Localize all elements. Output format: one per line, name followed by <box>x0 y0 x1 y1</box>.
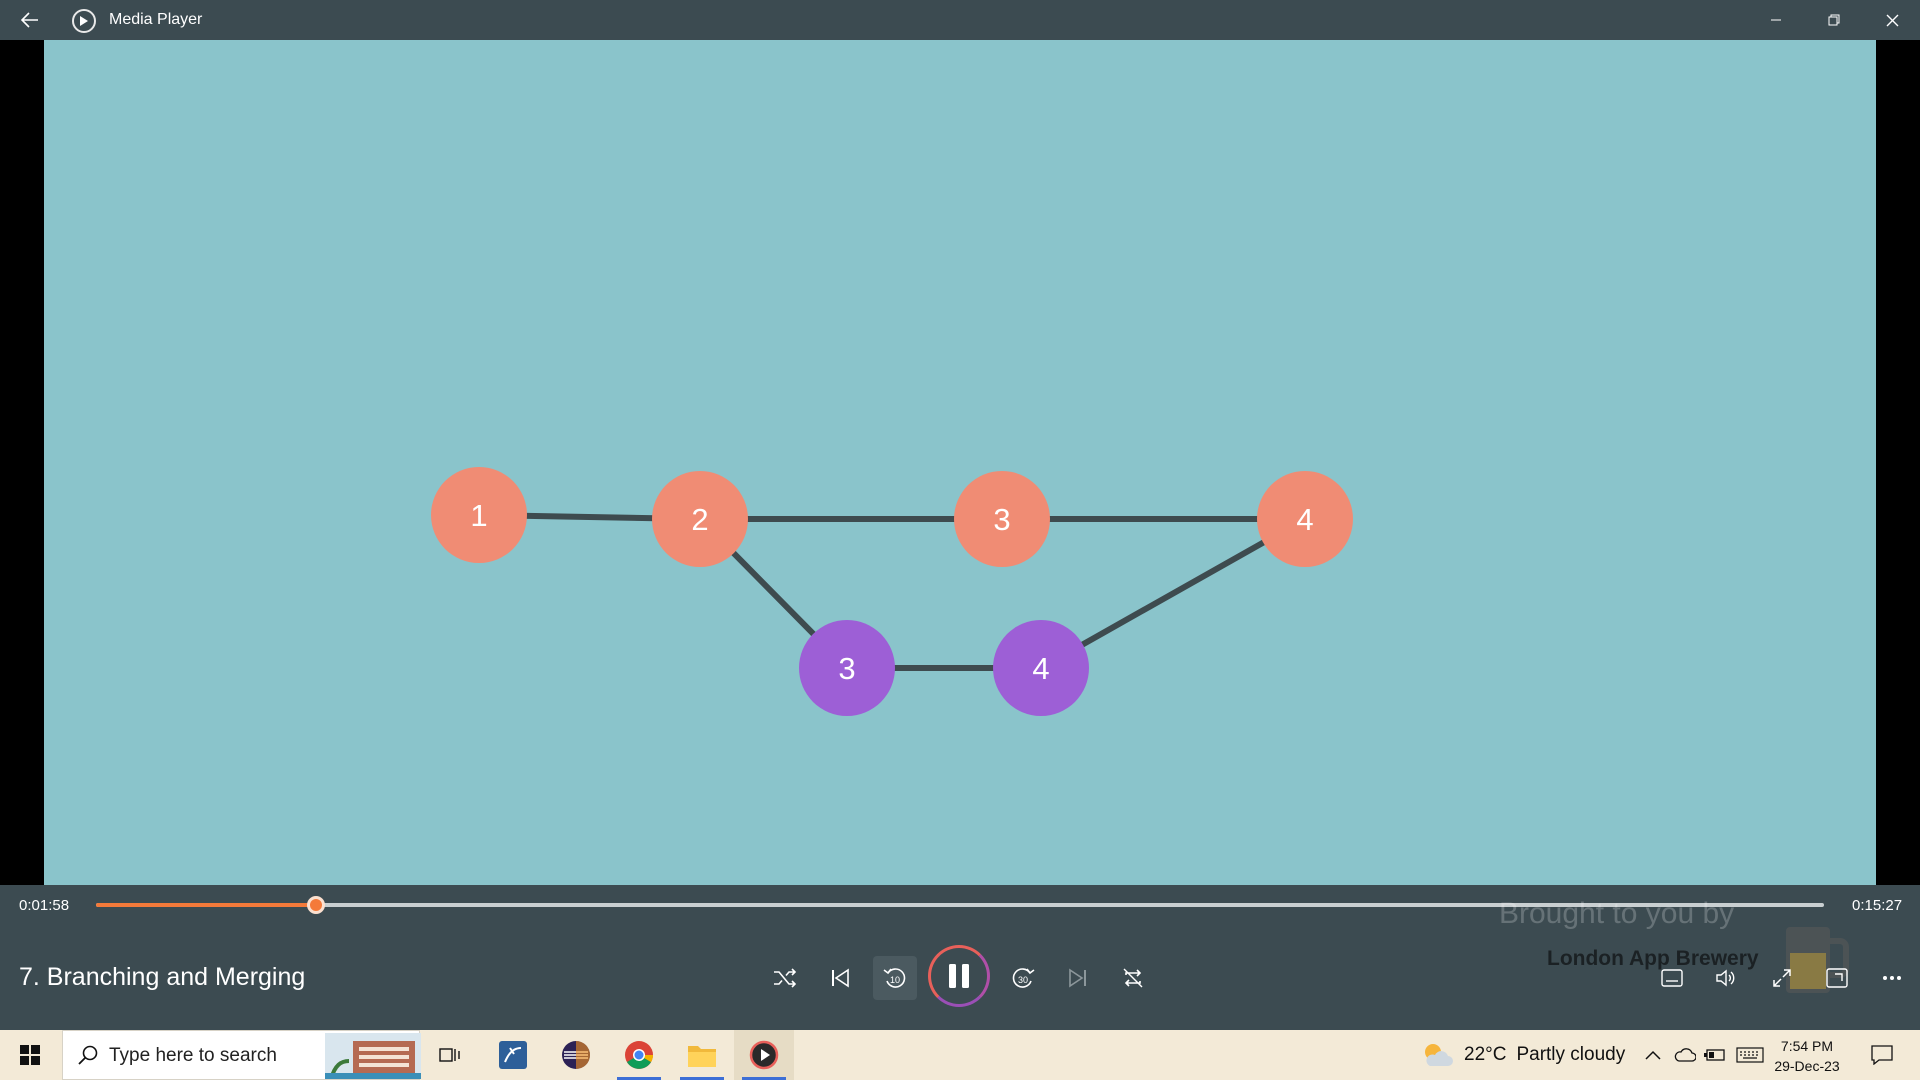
onedrive-tray-button[interactable] <box>1670 1030 1700 1080</box>
eclipse-icon <box>562 1041 590 1069</box>
node-label: 4 <box>1032 651 1049 686</box>
svg-text:30: 30 <box>1018 975 1028 985</box>
volume-button[interactable] <box>1704 956 1748 1000</box>
mini-player-icon <box>1826 968 1848 988</box>
captions-button[interactable] <box>1650 956 1694 1000</box>
taskbar-clock[interactable]: 7:54 PM 29-Dec-23 <box>1772 1036 1842 1076</box>
keyboard-tray-button[interactable] <box>1732 1030 1768 1080</box>
skip-back-button[interactable]: 10 <box>873 956 917 1000</box>
node-label: 1 <box>470 498 487 533</box>
windows-logo-icon <box>20 1045 40 1065</box>
branch-merge-diagram: 1 2 3 4 3 4 <box>431 467 1353 716</box>
windows-taskbar: Type here to search 22°C Partly cloudy 7… <box>0 1030 1920 1080</box>
main-branch-node-3: 3 <box>954 471 1050 567</box>
more-icon <box>1883 976 1901 980</box>
total-duration: 0:15:27 <box>1852 897 1903 914</box>
main-branch-node-4: 4 <box>1257 471 1353 567</box>
close-icon <box>1886 14 1898 26</box>
weather-widget[interactable]: 22°C Partly cloudy <box>1420 1030 1625 1080</box>
skip-back-10-icon: 10 <box>883 968 906 988</box>
task-view-button[interactable] <box>420 1030 480 1080</box>
taskbar-app-mysql-workbench[interactable] <box>483 1030 543 1080</box>
media-player-app-icon <box>72 9 96 33</box>
taskbar-app-eclipse[interactable] <box>546 1030 606 1080</box>
restore-icon <box>1828 14 1840 26</box>
shuffle-icon <box>774 968 797 988</box>
search-placeholder: Type here to search <box>109 1045 277 1066</box>
notification-center-button[interactable] <box>1860 1030 1904 1080</box>
battery-tray-button[interactable] <box>1700 1030 1730 1080</box>
task-view-icon <box>439 1048 460 1062</box>
partly-cloudy-icon <box>1425 1044 1453 1066</box>
clock-time: 7:54 PM <box>1780 1038 1834 1054</box>
weather-condition: Partly cloudy <box>1516 1044 1626 1065</box>
watermark-text: Brought to you by <box>1499 897 1735 930</box>
start-button[interactable] <box>0 1030 60 1080</box>
previous-icon <box>832 968 849 988</box>
next-icon <box>1069 968 1086 988</box>
minimize-button[interactable] <box>1748 0 1804 40</box>
back-arrow-icon <box>21 12 38 28</box>
search-icon <box>78 1045 98 1065</box>
elapsed-time: 0:01:58 <box>19 897 70 914</box>
repeat-icon <box>1123 968 1143 988</box>
search-highlight-image <box>325 1033 421 1079</box>
notification-icon <box>1871 1045 1893 1065</box>
minimize-icon <box>1771 19 1781 21</box>
shuffle-button[interactable] <box>763 956 807 1000</box>
repeat-button[interactable] <box>1111 956 1155 1000</box>
chrome-icon <box>625 1041 653 1069</box>
taskbar-search-box[interactable]: Type here to search <box>62 1030 421 1080</box>
feature-branch-node-3: 3 <box>799 620 895 716</box>
taskbar-app-media-player[interactable] <box>734 1030 794 1080</box>
back-button[interactable] <box>12 6 48 34</box>
diagram-edges <box>476 512 1308 671</box>
more-options-button[interactable] <box>1870 956 1914 1000</box>
pause-button[interactable] <box>928 945 990 1007</box>
skip-forward-button[interactable]: 30 <box>1001 956 1045 1000</box>
media-title: 7. Branching and Merging <box>19 963 306 991</box>
taskbar-app-chrome[interactable] <box>609 1030 669 1080</box>
main-branch-node-2: 2 <box>652 471 748 567</box>
show-hidden-icons-button[interactable] <box>1640 1030 1666 1080</box>
svg-text:10: 10 <box>890 975 900 985</box>
player-controls: 0:01:58 0:15:27 Brought to you by London… <box>0 885 1920 1030</box>
chevron-up-icon <box>1645 1050 1661 1060</box>
weather-temperature: 22°C <box>1464 1044 1507 1065</box>
keyboard-icon <box>1736 1047 1764 1063</box>
mini-player-button[interactable] <box>1815 956 1859 1000</box>
volume-icon <box>1716 969 1735 987</box>
fullscreen-icon <box>1773 969 1791 987</box>
window-title: Media Player <box>109 11 203 28</box>
media-player-window: Media Player 1 2 3 4 3 4 0:01:58 0:15:27… <box>0 0 1920 1080</box>
folder-icon <box>688 1046 716 1067</box>
fullscreen-button[interactable] <box>1760 956 1804 1000</box>
feature-branch-node-4: 4 <box>993 620 1089 716</box>
pause-icon <box>949 964 969 988</box>
previous-button[interactable] <box>818 956 862 1000</box>
video-frame[interactable]: 1 2 3 4 3 4 <box>44 40 1876 885</box>
node-label: 3 <box>993 502 1010 537</box>
node-label: 4 <box>1296 502 1313 537</box>
database-app-icon <box>499 1041 527 1069</box>
seek-bar-thumb[interactable] <box>306 896 325 914</box>
taskbar-app-file-explorer[interactable] <box>672 1030 732 1080</box>
next-button[interactable] <box>1056 956 1100 1000</box>
main-branch-node-1: 1 <box>431 467 527 563</box>
battery-icon <box>1704 1049 1725 1061</box>
seek-bar-progress <box>96 903 316 907</box>
skip-forward-30-icon: 30 <box>1012 968 1035 988</box>
captions-icon <box>1661 969 1683 987</box>
cloud-icon <box>1674 1048 1696 1062</box>
media-player-icon <box>749 1040 779 1070</box>
title-bar: Media Player <box>0 0 1920 40</box>
node-label: 3 <box>838 651 855 686</box>
restore-button[interactable] <box>1806 0 1862 40</box>
clock-date: 29-Dec-23 <box>1774 1058 1840 1074</box>
node-label: 2 <box>691 502 708 537</box>
close-button[interactable] <box>1864 0 1920 40</box>
